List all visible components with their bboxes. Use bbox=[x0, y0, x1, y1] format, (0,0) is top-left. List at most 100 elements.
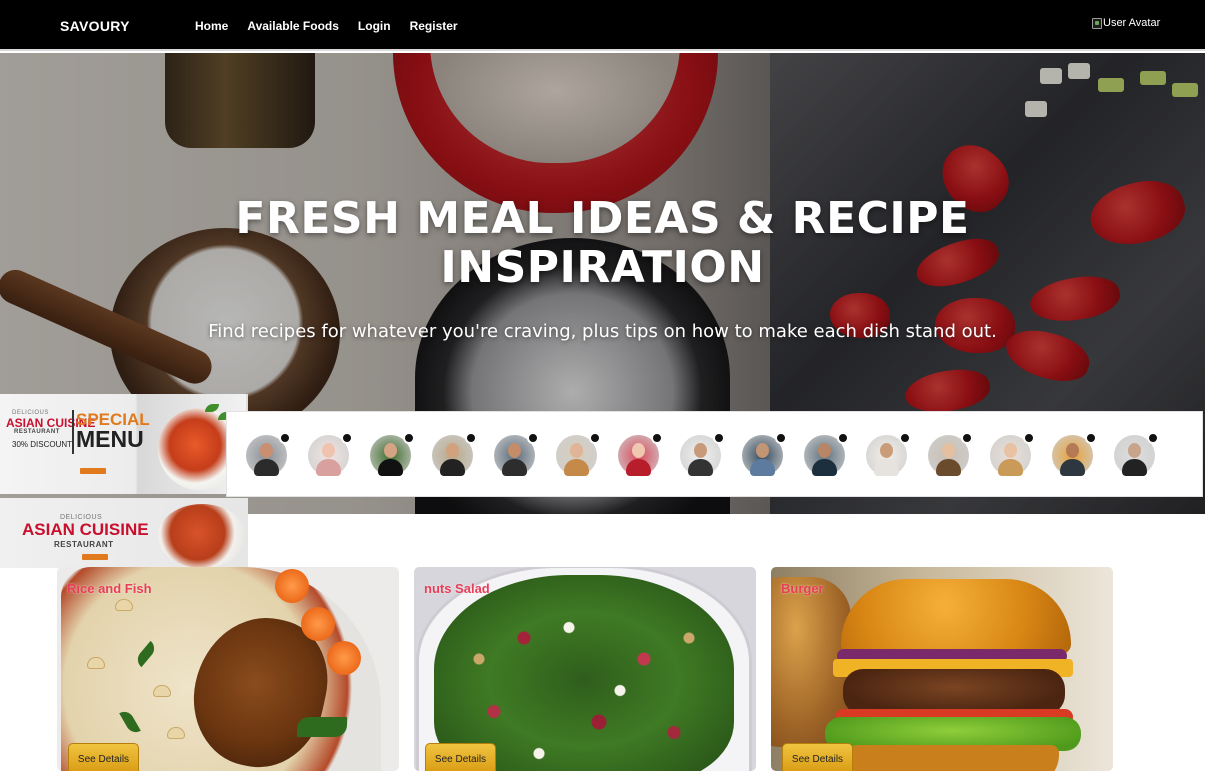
banner-divider bbox=[72, 410, 74, 454]
profile-avatar[interactable] bbox=[494, 432, 539, 476]
profile-avatar[interactable] bbox=[1114, 432, 1159, 476]
profile-avatar[interactable] bbox=[1052, 432, 1097, 476]
avatar-face bbox=[880, 443, 893, 458]
avatar-face bbox=[384, 443, 397, 458]
banner-menu: MENU bbox=[76, 426, 144, 452]
profile-avatar[interactable] bbox=[246, 432, 291, 476]
user-avatar[interactable]: User Avatar bbox=[1092, 17, 1160, 29]
story-badge-icon bbox=[651, 432, 663, 444]
profile-avatar[interactable] bbox=[618, 432, 663, 476]
avatar-face bbox=[570, 443, 583, 458]
user-avatar-alt-text: User Avatar bbox=[1103, 17, 1161, 29]
see-details-button[interactable]: See Details bbox=[68, 743, 139, 771]
story-badge-icon bbox=[527, 432, 539, 444]
avatar-face bbox=[632, 443, 645, 458]
promo-banner-asian-cuisine[interactable]: DELICIOUS ASIAN CUISINE RESTAURANT bbox=[0, 498, 248, 568]
story-badge-icon bbox=[589, 432, 601, 444]
avatar-body bbox=[1060, 459, 1085, 476]
carrot-image bbox=[275, 569, 309, 603]
avatar-body bbox=[688, 459, 713, 476]
profile-avatar[interactable] bbox=[866, 432, 911, 476]
avatar-face bbox=[446, 443, 459, 458]
story-badge-icon bbox=[1023, 432, 1035, 444]
profile-avatar[interactable] bbox=[804, 432, 849, 476]
nav-link-available-foods[interactable]: Available Foods bbox=[247, 19, 339, 33]
story-badge-icon bbox=[713, 432, 725, 444]
nav-link-home[interactable]: Home bbox=[195, 19, 228, 33]
avatar-face bbox=[694, 443, 707, 458]
food-card[interactable]: Rice and Fish See Details bbox=[57, 567, 399, 771]
food-image-salad bbox=[434, 575, 734, 771]
story-badge-icon bbox=[465, 432, 477, 444]
banner-subtitle: RESTAURANT bbox=[54, 540, 114, 549]
hero-subtitle: Find recipes for whatever you're craving… bbox=[208, 321, 997, 342]
avatar-body bbox=[378, 459, 403, 476]
avatar-body bbox=[626, 459, 651, 476]
story-badge-icon bbox=[775, 432, 787, 444]
avatar-face bbox=[1128, 443, 1141, 458]
carrot-image bbox=[327, 641, 361, 675]
avatar-body bbox=[564, 459, 589, 476]
banner-discount: 30% DISCOUNT bbox=[12, 440, 73, 449]
avatar-face bbox=[508, 443, 521, 458]
cashew-image bbox=[167, 727, 185, 739]
banner-subtitle: RESTAURANT bbox=[14, 429, 60, 435]
avatar-body bbox=[750, 459, 775, 476]
banner-order-button[interactable] bbox=[82, 554, 108, 560]
food-image-bun-top bbox=[841, 579, 1071, 654]
story-badge-icon bbox=[961, 432, 973, 444]
food-card[interactable]: nuts Salad See Details bbox=[414, 567, 756, 771]
promo-banner-special-menu[interactable]: DELICIOUS ASIAN CUISINE RESTAURANT 30% D… bbox=[0, 394, 248, 494]
brand-logo[interactable]: SAVOURY bbox=[60, 18, 130, 34]
story-badge-icon bbox=[1085, 432, 1097, 444]
story-badge-icon bbox=[899, 432, 911, 444]
profile-carousel bbox=[226, 411, 1203, 497]
profile-avatar[interactable] bbox=[928, 432, 973, 476]
food-image-bun-bottom bbox=[849, 745, 1059, 771]
profile-avatar[interactable] bbox=[742, 432, 787, 476]
profile-avatar[interactable] bbox=[432, 432, 477, 476]
banner-leaf-image bbox=[205, 404, 219, 412]
avatar-face bbox=[1066, 443, 1079, 458]
story-badge-icon bbox=[279, 432, 291, 444]
banner-order-button[interactable] bbox=[80, 468, 106, 474]
food-card[interactable]: Burger See Details bbox=[771, 567, 1113, 771]
cashew-image bbox=[87, 657, 105, 669]
see-details-button[interactable]: See Details bbox=[425, 743, 496, 771]
nav-link-register[interactable]: Register bbox=[410, 19, 458, 33]
story-badge-icon bbox=[837, 432, 849, 444]
avatar-body bbox=[936, 459, 961, 476]
hero-title: FRESH MEAL IDEAS & RECIPE INSPIRATION bbox=[235, 193, 970, 293]
see-details-button[interactable]: See Details bbox=[782, 743, 853, 771]
avatar-face bbox=[1004, 443, 1017, 458]
food-card-title: nuts Salad bbox=[424, 581, 490, 596]
nav-links: Home Available Foods Login Register bbox=[195, 19, 477, 33]
banner-soup-image bbox=[158, 504, 246, 568]
nav-link-login[interactable]: Login bbox=[358, 19, 391, 33]
profile-avatar[interactable] bbox=[370, 432, 415, 476]
avatar-face bbox=[756, 443, 769, 458]
story-badge-icon bbox=[341, 432, 353, 444]
banner-title: ASIAN CUISINE bbox=[22, 520, 149, 539]
profile-avatar[interactable] bbox=[990, 432, 1035, 476]
story-badge-icon bbox=[403, 432, 415, 444]
leaf-image bbox=[297, 717, 347, 737]
avatar-body bbox=[254, 459, 279, 476]
carrot-image bbox=[301, 607, 335, 641]
avatar-body bbox=[316, 459, 341, 476]
avatar-body bbox=[1122, 459, 1147, 476]
avatar-body bbox=[502, 459, 527, 476]
profile-avatar[interactable] bbox=[556, 432, 601, 476]
navbar: SAVOURY Home Available Foods Login Regis… bbox=[0, 0, 1205, 51]
avatar-face bbox=[818, 443, 831, 458]
profile-avatar[interactable] bbox=[680, 432, 725, 476]
story-badge-icon bbox=[1147, 432, 1159, 444]
avatar-body bbox=[440, 459, 465, 476]
food-card-title: Burger bbox=[781, 581, 824, 596]
food-card-title: Rice and Fish bbox=[67, 581, 152, 596]
avatar-face bbox=[322, 443, 335, 458]
avatar-body bbox=[874, 459, 899, 476]
avatar-body bbox=[812, 459, 837, 476]
cashew-image bbox=[153, 685, 171, 697]
profile-avatar[interactable] bbox=[308, 432, 353, 476]
